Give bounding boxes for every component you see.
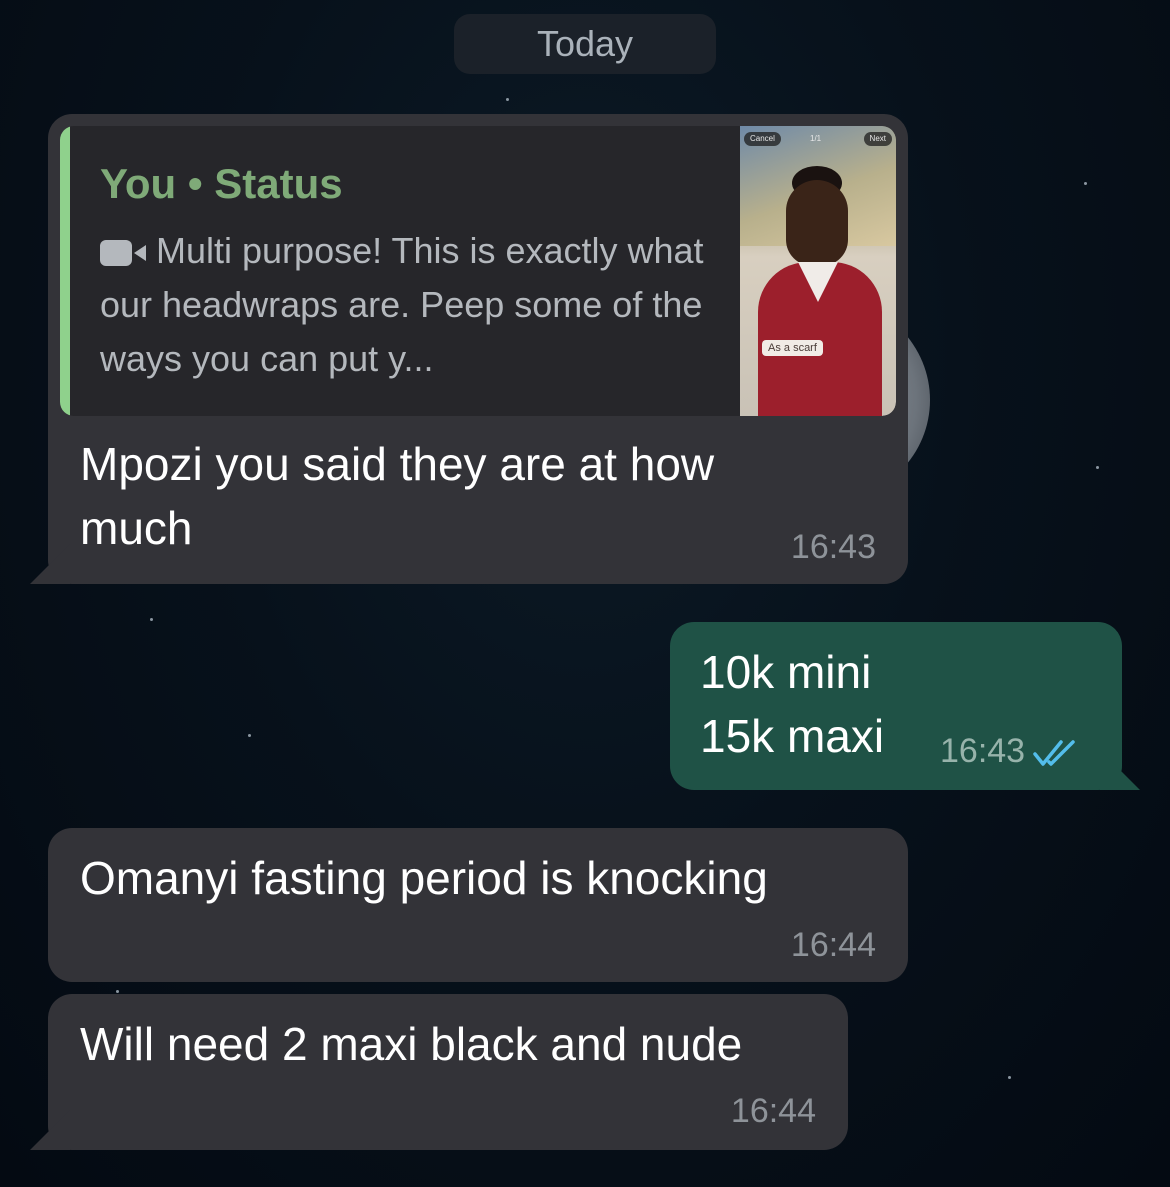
quote-text-content: Multi purpose! This is exactly what our … — [100, 230, 704, 379]
message-time: 16:44 — [730, 1092, 816, 1130]
background-star — [1084, 182, 1087, 185]
message-time: 16:44 — [790, 926, 876, 964]
message-text: Mpozi you said they are at how much — [80, 438, 715, 554]
incoming-message-bubble[interactable]: You • Status Multi purpose! This is exac… — [30, 114, 908, 584]
status-thumbnail[interactable]: Cancel 1/1 Next As a scarf — [740, 126, 896, 416]
bubble-tail — [30, 544, 70, 584]
bubble-tail — [1100, 750, 1140, 790]
incoming-message-bubble[interactable]: Will need 2 maxi black and nude 16:44 — [30, 994, 848, 1150]
quote-title: You • Status — [100, 160, 343, 207]
read-receipt-icon — [1033, 738, 1081, 768]
outgoing-message-bubble[interactable]: 10k mini 15k maxi 16:43 — [670, 622, 1140, 790]
thumbnail-cancel-label: Cancel — [744, 132, 781, 146]
thumbnail-face — [786, 180, 848, 266]
thumbnail-counter: 1/1 — [810, 134, 822, 143]
quoted-status-preview[interactable]: You • Status Multi purpose! This is exac… — [60, 126, 896, 416]
quote-text: Multi purpose! This is exactly what our … — [100, 224, 720, 386]
quote-accent-bar — [60, 126, 70, 416]
background-star — [150, 618, 153, 621]
thumbnail-next-label: Next — [863, 132, 892, 146]
message-text: 10k mini 15k maxi — [700, 646, 885, 762]
background-star — [248, 734, 251, 737]
date-divider-label: Today — [536, 23, 634, 64]
background-star — [116, 990, 119, 993]
message-time: 16:43 — [940, 732, 1026, 770]
background-star — [1008, 1076, 1011, 1079]
thumbnail-top-bar: Cancel 1/1 Next — [740, 132, 896, 148]
message-text: Omanyi fasting period is knocking — [80, 852, 768, 904]
incoming-message-bubble[interactable]: Omanyi fasting period is knocking 16:44 — [48, 828, 908, 982]
message-time: 16:43 — [790, 528, 876, 566]
background-star — [506, 98, 509, 101]
video-camera-icon — [100, 240, 148, 267]
thumbnail-caption-tag: As a scarf — [762, 340, 823, 356]
bubble-tail — [30, 1110, 70, 1150]
background-star — [1096, 466, 1099, 469]
message-text: Will need 2 maxi black and nude — [80, 1018, 743, 1070]
message-time-row: 16:43 — [940, 732, 1081, 771]
date-divider: Today — [454, 14, 716, 74]
